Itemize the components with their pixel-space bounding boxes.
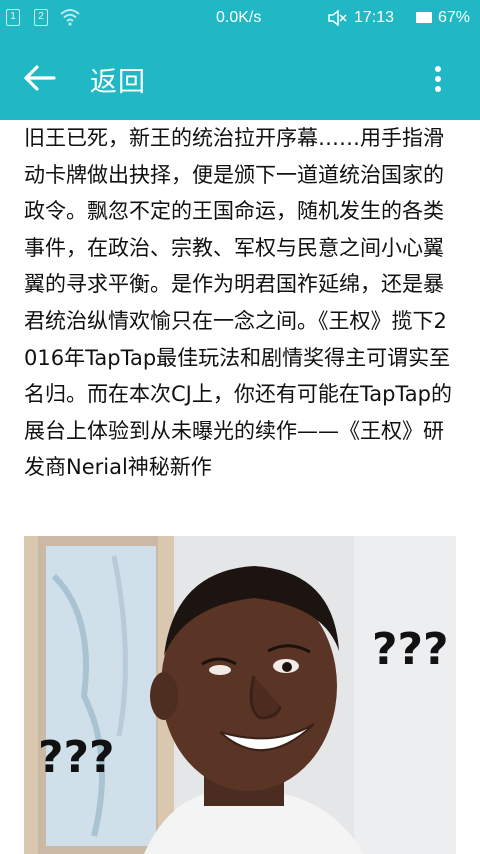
mute-icon [328, 9, 347, 27]
meme-photo: ??? ??? [24, 536, 456, 854]
article-image: ??? ??? [24, 536, 456, 854]
app-bar: 返回 [0, 36, 480, 120]
battery-percent: 67% [438, 9, 471, 26]
sim-2-icon: 2 [34, 9, 48, 26]
sim-1-icon: 1 [6, 9, 20, 26]
article-content: 旧王已死，新王的统治拉开序幕……用手指滑动卡牌做出抉择，便是颁下一道道统治国家的… [0, 120, 480, 854]
back-label[interactable]: 返回 [90, 60, 146, 99]
battery-icon [416, 12, 432, 23]
clock: 17:13 [354, 9, 395, 26]
article-paragraph: 旧王已死，新王的统治拉开序幕……用手指滑动卡牌做出抉择，便是颁下一道道统治国家的… [24, 126, 452, 480]
question-marks-left: ??? [38, 732, 115, 783]
question-marks-right: ??? [372, 624, 449, 675]
status-bar: 1 2 0.0K/s 17:13 67% [0, 0, 480, 36]
arrow-left-icon[interactable] [22, 62, 58, 94]
network-speed: 0.0K/s [216, 9, 262, 26]
wifi-icon [60, 9, 80, 26]
more-vert-icon[interactable] [428, 64, 448, 94]
